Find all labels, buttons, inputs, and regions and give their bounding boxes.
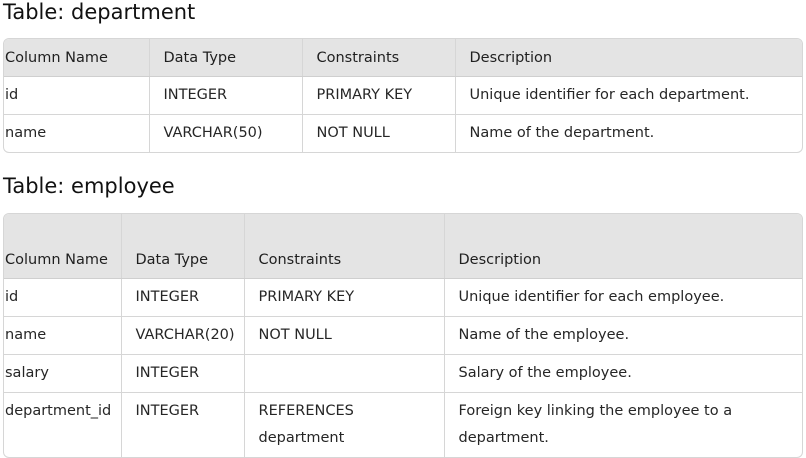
table-cell: INTEGER	[149, 76, 303, 115]
table-cell: INTEGER	[121, 392, 245, 457]
table-header-row: Column Name Data Type Constraints Descri…	[4, 214, 802, 279]
table-row: id INTEGER PRIMARY KEY Unique identifier…	[4, 76, 802, 115]
table-cell: INTEGER	[121, 354, 245, 393]
department-table: Column Name Data Type Constraints Descri…	[4, 39, 802, 152]
table-cell: department_id	[4, 392, 122, 457]
department-table-container: Column Name Data Type Constraints Descri…	[3, 38, 803, 153]
table-cell: Unique identifier for each employee.	[444, 278, 802, 317]
table-cell: REFERENCES department	[244, 392, 445, 457]
column-header: Description	[455, 39, 802, 77]
table-row: department_id INTEGER REFERENCES departm…	[4, 392, 802, 457]
table-cell: NOT NULL	[302, 114, 456, 152]
column-header: Column Name	[4, 214, 122, 279]
table-cell: PRIMARY KEY	[302, 76, 456, 115]
column-header: Data Type	[149, 39, 303, 77]
employee-table: Column Name Data Type Constraints Descri…	[4, 214, 802, 457]
table-cell: NOT NULL	[244, 316, 445, 355]
column-header: Constraints	[244, 214, 445, 279]
table-cell: Foreign key linking the employee to a de…	[458, 402, 733, 446]
table-cell: id	[4, 76, 150, 115]
table-row: name VARCHAR(20) NOT NULL Name of the em…	[4, 316, 802, 355]
table-cell: Salary of the employee.	[444, 354, 802, 393]
table-cell: id	[4, 278, 122, 317]
table-row: id INTEGER PRIMARY KEY Unique identifier…	[4, 278, 802, 317]
table-row: name VARCHAR(50) NOT NULL Name of the de…	[4, 114, 802, 152]
employee-table-container: Column Name Data Type Constraints Descri…	[3, 213, 803, 458]
table-header-row: Column Name Data Type Constraints Descri…	[4, 39, 802, 77]
column-header: Data Type	[121, 214, 245, 279]
table-cell	[244, 354, 445, 393]
table-cell: Name of the department.	[469, 124, 655, 141]
table-cell: Unique identifier for each department.	[455, 76, 802, 115]
table-cell: INTEGER	[121, 278, 245, 317]
table-row: salary INTEGER Salary of the employee.	[4, 354, 802, 393]
table-cell: VARCHAR(20)	[121, 316, 245, 355]
table-cell: salary	[4, 354, 122, 393]
table-cell: name	[4, 114, 150, 152]
department-table-title: Table: department	[3, 0, 196, 24]
table-cell: Name of the employee.	[444, 316, 802, 355]
column-header: Column Name	[4, 39, 150, 77]
table-cell: VARCHAR(50)	[149, 114, 303, 152]
table-cell: PRIMARY KEY	[244, 278, 445, 317]
table-cell: name	[4, 316, 122, 355]
column-header: Description	[444, 214, 802, 279]
column-header: Constraints	[302, 39, 456, 77]
employee-table-title: Table: employee	[3, 174, 175, 198]
